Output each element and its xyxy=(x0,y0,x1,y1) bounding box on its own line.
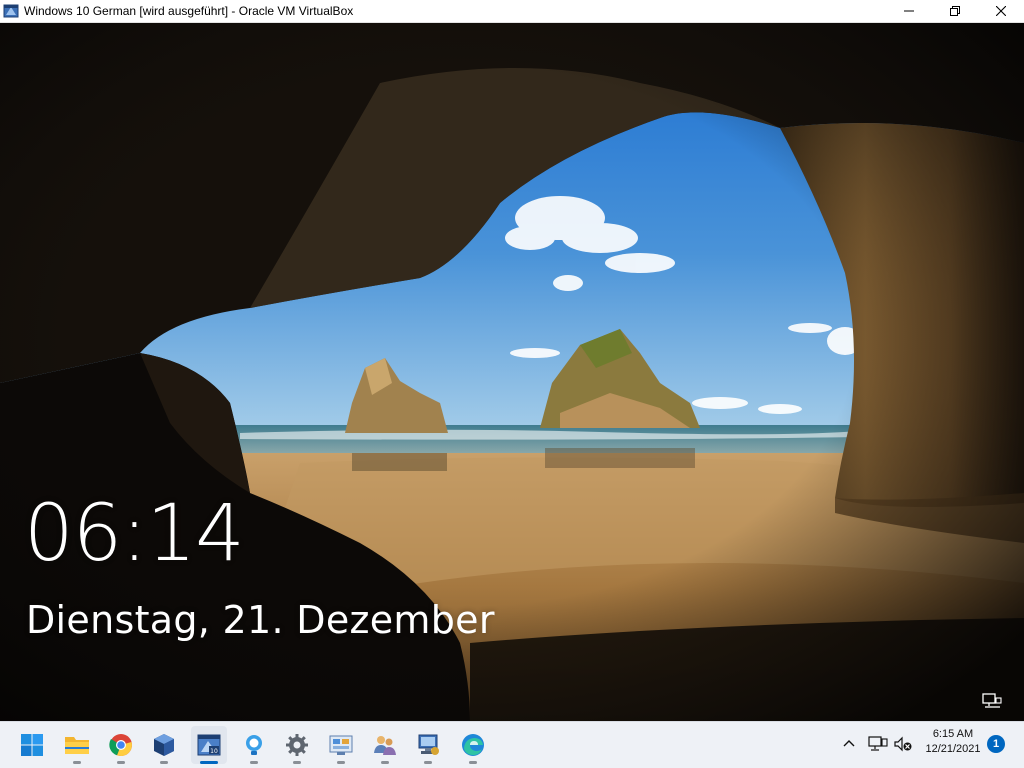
restore-icon xyxy=(950,6,960,16)
maximize-button[interactable] xyxy=(932,0,978,23)
taskbar-chrome[interactable] xyxy=(103,726,139,764)
volume-muted-icon[interactable] xyxy=(893,735,913,753)
running-indicator xyxy=(73,761,81,764)
taskbar-virtualbox[interactable] xyxy=(146,726,182,764)
folder-icon xyxy=(65,737,89,754)
running-indicator xyxy=(160,761,168,764)
svg-text:10: 10 xyxy=(210,748,218,755)
vm-window-icon: 10 xyxy=(197,734,221,756)
taskbar-network-tool[interactable] xyxy=(323,726,359,764)
taskbar-remote-desktop[interactable] xyxy=(410,726,446,764)
running-indicator xyxy=(117,761,125,764)
taskbar-clock[interactable]: 6:15 AM 12/21/2021 xyxy=(920,727,986,757)
taskbar-date: 12/21/2021 xyxy=(925,743,981,755)
remote-desktop-icon xyxy=(418,734,439,755)
running-indicator xyxy=(381,761,389,764)
running-indicator xyxy=(250,761,258,764)
lockscreen-time: 06:14 xyxy=(24,489,245,579)
window-title-bar[interactable]: Windows 10 German [wird ausgeführt] - Or… xyxy=(0,0,1024,23)
network-tool-icon xyxy=(329,735,353,755)
running-indicator xyxy=(424,761,432,764)
users-icon xyxy=(374,736,396,755)
running-indicator xyxy=(337,761,345,764)
active-indicator xyxy=(200,761,218,764)
minimize-icon xyxy=(904,10,914,12)
minimize-button[interactable] xyxy=(886,0,932,23)
taskbar-time: 6:15 AM xyxy=(932,728,974,740)
notification-badge[interactable]: 1 xyxy=(987,735,1005,753)
taskbar-users-tool[interactable] xyxy=(367,726,403,764)
running-indicator xyxy=(293,761,301,764)
show-hidden-icons-chevron-icon[interactable] xyxy=(840,735,858,753)
network-icon[interactable] xyxy=(982,693,1002,709)
virtualbox-vm-icon xyxy=(3,4,19,18)
vm-display[interactable]: 06:14 Dienstag, 21. Dezember xyxy=(0,23,1024,721)
chrome-icon xyxy=(109,734,132,757)
close-button[interactable] xyxy=(978,0,1024,23)
edge-icon xyxy=(462,734,484,756)
lockscreen-date: Dienstag, 21. Dezember xyxy=(26,598,495,642)
taskbar-edge[interactable] xyxy=(455,726,491,764)
taskbar-file-explorer[interactable] xyxy=(59,726,95,764)
network-status-icon[interactable] xyxy=(868,735,888,753)
gear-icon xyxy=(286,734,308,756)
taskbar-settings[interactable] xyxy=(279,726,315,764)
lightbulb-icon xyxy=(246,735,262,755)
window-title: Windows 10 German [wird ausgeführt] - Or… xyxy=(24,4,354,18)
close-icon xyxy=(996,6,1006,16)
virtualbox-icon xyxy=(154,734,174,756)
running-indicator xyxy=(469,761,477,764)
taskbar-tips[interactable] xyxy=(236,726,272,764)
windows-start-icon xyxy=(21,734,43,756)
taskbar-windows10-vm[interactable]: 10 xyxy=(191,726,227,764)
start-button[interactable] xyxy=(14,726,50,764)
